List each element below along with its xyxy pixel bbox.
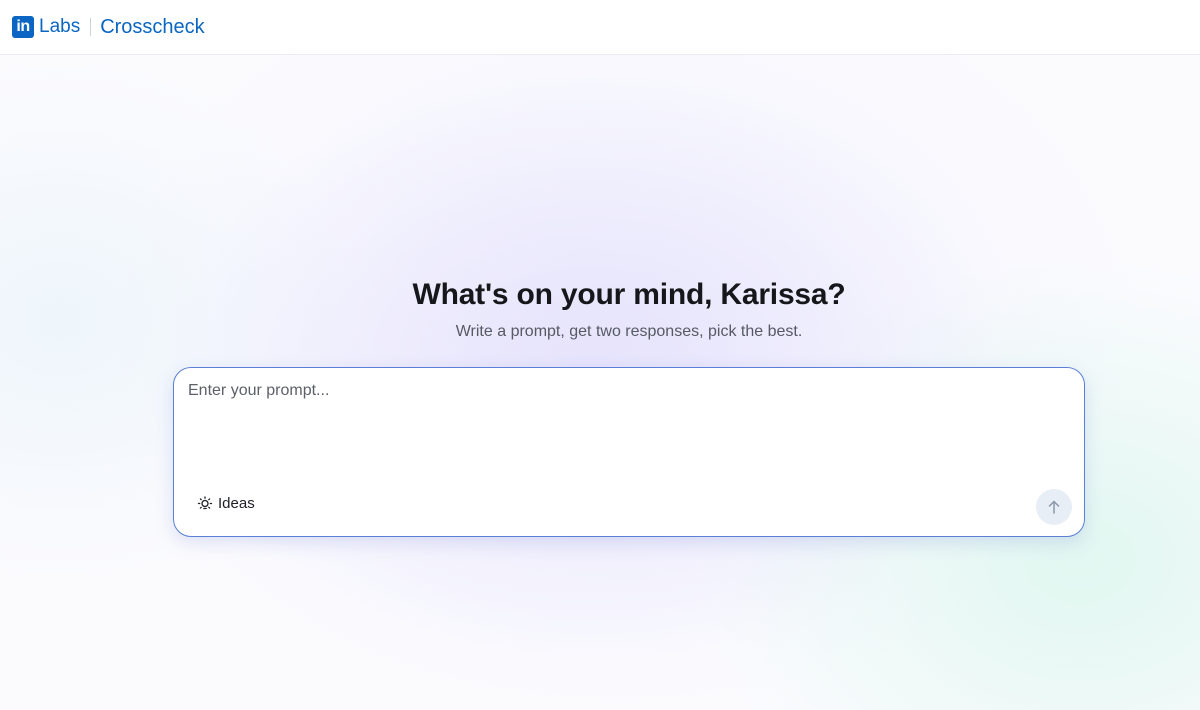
greeting-title: What's on your mind, Karissa?: [412, 278, 846, 311]
send-button[interactable]: [1036, 489, 1072, 525]
hero: What's on your mind, Karissa? Write a pr…: [0, 275, 1200, 342]
prompt-card: Ideas: [173, 367, 1085, 537]
prompt-input[interactable]: [188, 382, 1068, 472]
arrow-up-icon: [1048, 500, 1060, 514]
greeting-subtitle: Write a prompt, get two responses, pick …: [455, 323, 803, 340]
ideas-button[interactable]: Ideas: [197, 495, 255, 512]
labs-label: Labs: [39, 16, 81, 37]
ideas-label: Ideas: [218, 495, 255, 512]
lightbulb-icon: [197, 495, 213, 509]
page: in Labs Crosscheck What's on your mind, …: [0, 0, 1200, 710]
app-name: Crosscheck: [100, 15, 205, 38]
linkedin-logo-icon: in: [12, 16, 34, 38]
brand-logo[interactable]: in Labs Crosscheck: [12, 16, 205, 39]
brand-divider: [90, 18, 92, 36]
top-bar: in Labs Crosscheck: [0, 0, 1200, 55]
